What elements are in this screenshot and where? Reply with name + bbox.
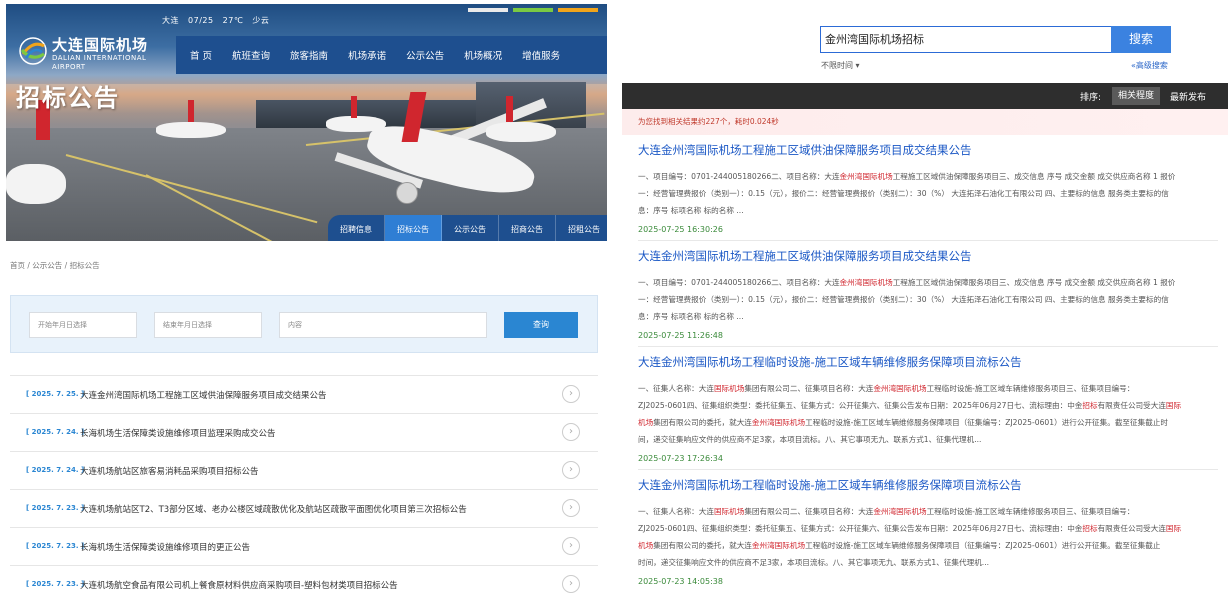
airplane-tail [188,100,194,122]
tab-public-notice[interactable]: 公示公告 [442,215,499,241]
item-date: [ 2025. 7. 23. ] [26,542,85,550]
weather-city: 大连 [162,16,179,25]
item-title[interactable]: 大连金州湾国际机场工程施工区域供油保障服务项目成交结果公告 [80,389,327,401]
airplane-tail [351,96,357,118]
list-item[interactable]: [ 2025. 7. 23. ] 长海机场生活保障类设施维修项目的更正公告 › [10,527,598,565]
nav-value-added[interactable]: 增值服务 [512,48,570,62]
search-result: 大连金州湾国际机场工程临时设施-施工区域车辆维修服务保障项目流标公告 一、征集人… [638,477,1218,586]
item-title[interactable]: 长海机场生活保障类设施维修项目的更正公告 [80,541,250,553]
result-snippet: 一、项目编号：0701-244005180266二、项目名称：大连金州湾国际机场… [638,278,1176,321]
airplane-engine [396,182,418,204]
nav-airport-overview[interactable]: 机场概况 [454,48,512,62]
sort-relevance-button[interactable]: 相关程度 [1112,87,1160,105]
content-input[interactable]: 内容 [279,312,487,338]
list-item[interactable]: [ 2025. 7. 24. ] 大连机场航站区旅客易消耗品采购项目招标公告 › [10,451,598,489]
airport-website-panel: 大连 07/25 27℃ 少云 大连国际机场 DALIAN INTERNATIO… [0,0,610,598]
list-item[interactable]: [ 2025. 7. 23. ] 大连机场航空食品有限公司机上餐食原材料供应商采… [10,565,598,598]
logo-subtitle: DALIAN INTERNATIONAL [52,54,147,62]
chevron-right-icon[interactable]: › [562,499,580,517]
result-snippet: 一、征集人名称：大连国际机场集团有限公司二、征集项目名称：大连金州湾国际机场工程… [638,384,1182,444]
result-timestamp: 2025-07-23 14:05:38 [638,577,723,586]
start-date-input[interactable]: 开始年月日选择 [29,312,137,338]
sub-tabs: 招聘信息 招标公告 公示公告 招商公告 招租公告 [328,215,607,241]
search-result: 大连金州湾国际机场工程施工区域供油保障服务项目成交结果公告 一、项目编号：070… [638,248,1218,340]
query-button[interactable]: 查询 [504,312,578,338]
logo-subtitle: AIRPORT [52,63,86,71]
list-item[interactable]: [ 2025. 7. 24. ] 长海机场生活保障类设施维修项目监理采购成交公告… [10,413,598,451]
item-date: [ 2025. 7. 25. ] [26,390,85,398]
search-results-panel: 金州湾国际机场招标 搜索 不限时间 ▾ «高级搜索 排序: 相关程度 最新发布 … [622,0,1228,598]
result-title-link[interactable]: 大连金州湾国际机场工程临时设施-施工区域车辆维修服务保障项目流标公告 [638,477,1218,493]
weather-info: 大连 07/25 27℃ 少云 [162,15,275,26]
chevron-right-icon[interactable]: › [562,575,580,593]
chevron-right-icon[interactable]: › [562,537,580,555]
nav-passenger-guide[interactable]: 旅客指南 [280,48,338,62]
tab-recruitment[interactable]: 招聘信息 [328,215,385,241]
result-timestamp: 2025-07-25 16:30:26 [638,225,723,234]
result-title-link[interactable]: 大连金州湾国际机场工程临时设施-施工区域车辆维修服务保障项目流标公告 [638,354,1218,370]
nav-announcements[interactable]: 公示公告 [396,48,454,62]
main-nav: 首 页 航班查询 旅客指南 机场承诺 公示公告 机场概况 增值服务 [176,36,607,74]
search-result: 大连金州湾国际机场工程施工区域供油保障服务项目成交结果公告 一、项目编号：070… [638,142,1218,234]
airplane [326,116,386,132]
result-snippet: 一、征集人名称：大连国际机场集团有限公司二、征集项目名称：大连金州湾国际机场工程… [638,507,1182,567]
sort-latest-button[interactable]: 最新发布 [1170,90,1206,103]
item-date: [ 2025. 7. 23. ] [26,580,85,588]
airplane-tail [506,96,513,122]
item-date: [ 2025. 7. 24. ] [26,428,85,436]
chevron-right-icon[interactable]: › [562,423,580,441]
tab-lease[interactable]: 招租公告 [556,215,607,241]
list-item[interactable]: [ 2025. 7. 25. ] 大连金州湾国际机场工程施工区域供油保障服务项目… [10,375,598,413]
list-item[interactable]: [ 2025. 7. 23. ] 大连机场航站区T2、T3部分区域、老办公楼区域… [10,489,598,527]
airplane [156,122,226,138]
chevron-right-icon[interactable]: › [562,461,580,479]
tab-investment[interactable]: 招商公告 [499,215,556,241]
chevron-right-icon[interactable]: › [562,385,580,403]
result-count: 为您找到相关结果约227个，耗时0.024秒 [622,109,1228,135]
item-title[interactable]: 大连机场航站区旅客易消耗品采购项目招标公告 [80,465,259,477]
advanced-search-link[interactable]: «高级搜索 [1131,60,1168,71]
airplane [486,122,556,142]
tab-tender-active[interactable]: 招标公告 [385,215,442,241]
item-title[interactable]: 大连机场航空食品有限公司机上餐食原材料供应商采购项目-塑料包材类项目招标公告 [80,579,398,591]
tender-list: [ 2025. 7. 25. ] 大连金州湾国际机场工程施工区域供油保障服务项目… [10,375,598,598]
time-filter-dropdown[interactable]: 不限时间 ▾ [821,60,860,71]
result-timestamp: 2025-07-25 11:26:48 [638,331,723,340]
weather-condition: 少云 [252,16,270,25]
top-color-buttons [468,8,607,12]
search-result: 大连金州湾国际机场工程临时设施-施工区域车辆维修服务保障项目流标公告 一、征集人… [638,354,1218,463]
nav-home[interactable]: 首 页 [180,48,222,62]
item-title[interactable]: 长海机场生活保障类设施维修项目监理采购成交公告 [80,427,276,439]
weather-temp: 27℃ [222,16,244,25]
result-title-link[interactable]: 大连金州湾国际机场工程施工区域供油保障服务项目成交结果公告 [638,142,1218,158]
nav-airport-promise[interactable]: 机场承诺 [338,48,396,62]
filter-bar: 开始年月日选择 结束年月日选择 内容 查询 [10,295,598,353]
airport-logo[interactable]: 大连国际机场 DALIAN INTERNATIONAL AIRPORT [18,34,168,74]
page-title: 招标公告 [16,84,120,112]
airport-logo-icon [19,37,47,65]
item-date: [ 2025. 7. 23. ] [26,504,85,512]
airplane [6,164,66,204]
nav-flight-query[interactable]: 航班查询 [222,48,280,62]
result-snippet: 一、项目编号：0701-244005180266二、项目名称：大连金州湾国际机场… [638,172,1176,215]
breadcrumb[interactable]: 首页 / 公示公告 / 招标公告 [10,260,100,271]
result-timestamp: 2025-07-23 17:26:34 [638,454,723,463]
hero-banner: 大连 07/25 27℃ 少云 大连国际机场 DALIAN INTERNATIO… [6,4,607,241]
screenshot-root: 大连 07/25 27℃ 少云 大连国际机场 DALIAN INTERNATIO… [0,0,1228,598]
end-date-input[interactable]: 结束年月日选择 [154,312,262,338]
weather-date: 07/25 [188,16,214,25]
search-button[interactable]: 搜索 [1111,26,1171,53]
result-title-link[interactable]: 大连金州湾国际机场工程施工区域供油保障服务项目成交结果公告 [638,248,1218,264]
item-title[interactable]: 大连机场航站区T2、T3部分区域、老办公楼区域疏散优化及航站区疏散平面图优化项目… [80,503,467,515]
search-input[interactable]: 金州湾国际机场招标 [820,26,1112,53]
item-date: [ 2025. 7. 24. ] [26,466,85,474]
logo-title: 大连国际机场 [52,36,149,54]
sort-label: 排序: [1080,93,1102,103]
sort-bar: 排序: 相关程度 最新发布 [622,83,1228,109]
